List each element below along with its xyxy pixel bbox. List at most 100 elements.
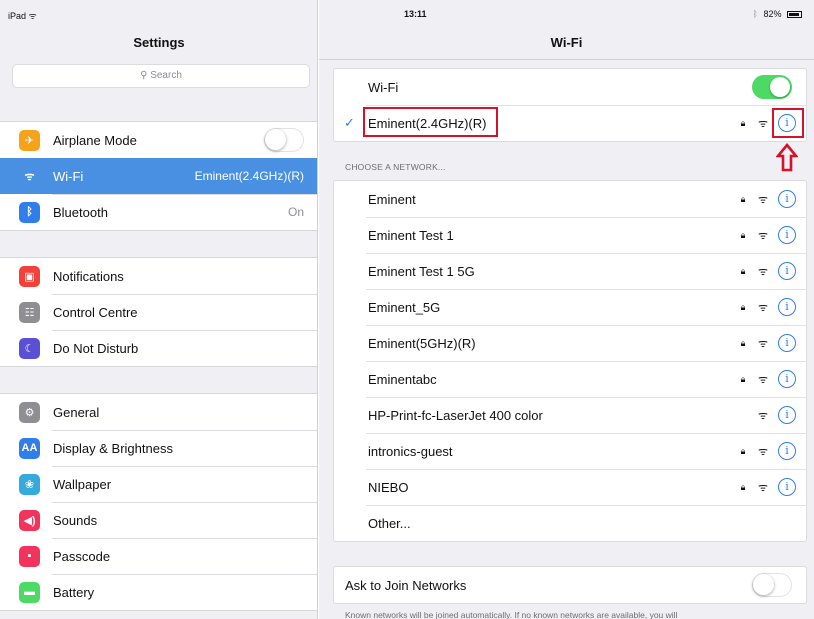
wifi-signal-icon: ᯤ xyxy=(757,229,769,242)
other-network-label: Other... xyxy=(368,515,411,531)
info-button-highlight xyxy=(772,108,804,138)
lock-icon: 🔒︎ xyxy=(740,265,746,276)
control-centre-icon: ☷ xyxy=(19,301,40,323)
sidebar-item-do-not-disturb[interactable]: ☾ Do Not Disturb xyxy=(0,330,317,366)
sidebar-item-control-centre[interactable]: ☷ Control Centre xyxy=(0,294,317,330)
checkmark-icon: ✓ xyxy=(344,115,355,130)
info-icon[interactable]: i xyxy=(778,298,796,316)
wifi-page-title: Wi-Fi xyxy=(550,35,583,50)
network-list: Eminent 🔒︎ ᯤ i Eminent Test 1 🔒︎ ᯤ i Eminent Tes… xyxy=(333,180,807,542)
network-row[interactable]: Eminent Test 1 🔒︎ ᯤ i xyxy=(334,217,806,253)
ask-to-join-card: Ask to Join Networks xyxy=(333,566,807,604)
network-row[interactable]: intronics-guest 🔒︎ ᯤ i xyxy=(334,433,806,469)
wifi-toggle-label: Wi-Fi xyxy=(368,79,399,95)
wifi-signal-icon: ᯤ xyxy=(757,301,769,314)
wifi-toggle-row: Wi-Fi xyxy=(334,69,806,105)
network-name: Eminent xyxy=(368,191,416,207)
ask-to-join-label: Ask to Join Networks xyxy=(345,577,467,593)
sidebar-item-wallpaper[interactable]: ❀ Wallpaper xyxy=(0,466,317,502)
info-icon[interactable]: i xyxy=(778,226,796,244)
battery-percent: 82% xyxy=(763,9,782,19)
wifi-signal-icon: ᯤ xyxy=(757,373,769,386)
sidebar-item-sounds[interactable]: ◀) Sounds xyxy=(0,502,317,538)
info-icon[interactable]: i xyxy=(778,262,796,280)
network-row[interactable]: Eminent 🔒︎ ᯤ i xyxy=(334,181,806,217)
sidebar-item-battery[interactable]: ▬ Battery xyxy=(0,574,317,610)
settings-group-connectivity: ✈ Airplane Mode ᯤ Wi-Fi Eminent(2.4GHz)(R) ᛒ B… xyxy=(0,121,317,231)
info-icon[interactable]: i xyxy=(778,370,796,388)
settings-group-notifications: ▣ Notifications ☷ Control Centre ☾ Do Not Dis… xyxy=(0,257,317,367)
settings-sidebar: Settings ⚲ Search ✈ Airplane Mode ᯤ Wi-Fi Em… xyxy=(0,0,318,619)
wifi-detail-pane: Wi-Fi Wi-Fi ✓ Eminent(2.4GHz)(R) 🔒︎ ᯤ i … xyxy=(319,0,814,619)
sidebar-item-display-brightness[interactable]: AA Display & Brightness xyxy=(0,430,317,466)
network-row[interactable]: Eminent_5G 🔒︎ ᯤ i xyxy=(334,289,806,325)
network-name: Eminent Test 1 xyxy=(368,227,454,243)
sidebar-item-general[interactable]: ⚙ General xyxy=(0,394,317,430)
wifi-signal-icon: ᯤ xyxy=(757,481,769,494)
sidebar-item-label: Wallpaper xyxy=(53,476,112,492)
sidebar-item-label: General xyxy=(53,404,100,420)
sidebar-item-wi-fi[interactable]: ᯤ Wi-Fi Eminent(2.4GHz)(R) xyxy=(0,158,317,194)
wifi-signal-icon: ᯤ xyxy=(757,117,769,130)
lock-icon: 🔒︎ xyxy=(740,337,746,348)
network-name: intronics-guest xyxy=(368,443,453,459)
network-name: Eminent_5G xyxy=(368,299,441,315)
sidebar-item-label: Control Centre xyxy=(53,304,138,320)
sidebar-item-airplane-mode[interactable]: ✈ Airplane Mode xyxy=(0,122,317,158)
search-input[interactable]: ⚲ Search xyxy=(12,64,310,88)
status-bar: iPad ᯤ 13:11 ᛒ 82% xyxy=(0,0,814,28)
device-name: iPad xyxy=(8,11,27,21)
lock-icon: 🔒︎ xyxy=(740,373,746,384)
wifi-status-icon: ᯤ xyxy=(28,11,37,21)
wifi-toggle[interactable] xyxy=(752,75,792,99)
airplane-mode-toggle[interactable] xyxy=(264,128,304,152)
info-icon[interactable]: i xyxy=(778,190,796,208)
wifi-signal-icon: ᯤ xyxy=(757,193,769,206)
sidebar-item-label: Sounds xyxy=(53,512,98,528)
footer-note: Known networks will be joined automatica… xyxy=(345,610,678,619)
info-icon[interactable]: i xyxy=(778,442,796,460)
sidebar-item-value: On xyxy=(287,205,304,219)
connected-network-highlight xyxy=(363,107,498,137)
lock-icon: 🔒︎ xyxy=(740,193,746,204)
sidebar-item-label: Notifications xyxy=(53,268,124,284)
lock-icon: ▪ xyxy=(19,545,40,567)
sidebar-item-label: Passcode xyxy=(53,548,111,564)
clock: 13:11 xyxy=(404,9,427,19)
sidebar-item-label: Wi-Fi xyxy=(53,168,84,184)
sidebar-item-notifications[interactable]: ▣ Notifications xyxy=(0,258,317,294)
network-row[interactable]: Eminent Test 1 5G 🔒︎ ᯤ i xyxy=(334,253,806,289)
sidebar-item-passcode[interactable]: ▪ Passcode xyxy=(0,538,317,574)
bluetooth-status-icon: ᛒ xyxy=(752,9,758,19)
info-icon[interactable]: i xyxy=(778,406,796,424)
sidebar-item-bluetooth[interactable]: ᛒ Bluetooth On xyxy=(0,194,317,230)
network-row[interactable]: HP-Print-fc-LaserJet 400 color ᯤ i xyxy=(334,397,806,433)
toggle-knob xyxy=(770,77,790,97)
info-icon[interactable]: i xyxy=(778,334,796,352)
search-placeholder: Search xyxy=(150,70,182,81)
sidebar-item-label: Display & Brightness xyxy=(53,440,173,456)
network-name: HP-Print-fc-LaserJet 400 color xyxy=(368,407,543,423)
ask-to-join-toggle[interactable] xyxy=(752,573,792,597)
wifi-signal-icon: ᯤ xyxy=(757,337,769,350)
network-row[interactable]: Eminent(5GHz)(R) 🔒︎ ᯤ i xyxy=(334,325,806,361)
info-icon[interactable]: i xyxy=(778,478,796,496)
lock-icon: 🔒︎ xyxy=(740,229,746,240)
gear-icon: ⚙ xyxy=(19,401,40,423)
moon-icon: ☾ xyxy=(19,337,40,359)
network-name: Eminent Test 1 5G xyxy=(368,263,475,279)
network-row[interactable]: Eminentabc 🔒︎ ᯤ i xyxy=(334,361,806,397)
network-name: Eminentabc xyxy=(368,371,437,387)
lock-icon: 🔒︎ xyxy=(740,301,746,312)
ask-to-join-row: Ask to Join Networks xyxy=(334,567,806,603)
bluetooth-icon: ᛒ xyxy=(19,201,40,223)
search-icon: ⚲ xyxy=(140,70,148,81)
settings-group-general: ⚙ General AA Display & Brightness ❀ Wallpaper… xyxy=(0,393,317,611)
display-brightness-icon: AA xyxy=(19,437,40,459)
other-network-row[interactable]: Other... xyxy=(334,505,806,541)
network-row[interactable]: NIEBO 🔒︎ ᯤ i xyxy=(334,469,806,505)
sidebar-item-value: Eminent(2.4GHz)(R) xyxy=(194,169,304,183)
battery-icon xyxy=(787,11,802,18)
sidebar-item-label: Airplane Mode xyxy=(53,132,137,148)
sidebar-item-label: Battery xyxy=(53,584,95,600)
